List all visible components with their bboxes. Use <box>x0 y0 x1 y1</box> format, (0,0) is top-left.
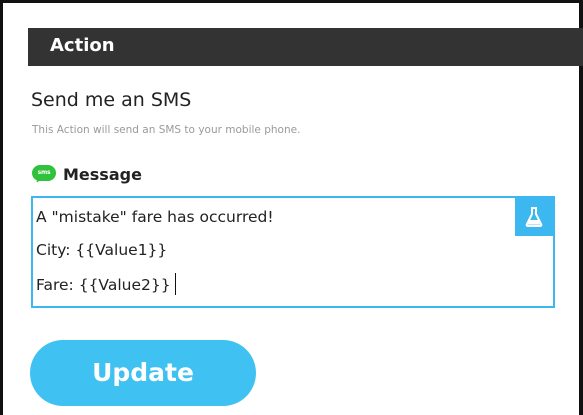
message-line: Fare: {{Value2}} <box>36 276 171 294</box>
section-header: Action <box>28 28 583 66</box>
message-textarea[interactable]: A "mistake" fare has occurred! City: {{V… <box>31 196 555 308</box>
flask-icon <box>525 207 543 227</box>
message-line: City: {{Value1}} <box>36 241 168 259</box>
message-line: A "mistake" fare has occurred! <box>36 208 274 226</box>
action-description: This Action will send an SMS to your mob… <box>32 124 301 136</box>
action-name: Send me an SMS <box>31 89 192 111</box>
section-title: Action <box>50 35 115 56</box>
sms-icon-text: sms <box>32 165 56 181</box>
message-label-row: sms Message <box>32 162 142 186</box>
message-label: Message <box>63 164 142 184</box>
update-button-label: Update <box>92 358 194 387</box>
message-line-with-caret: Fare: {{Value2}} <box>36 273 176 295</box>
update-button[interactable]: Update <box>30 340 256 406</box>
add-ingredient-button[interactable] <box>515 198 553 236</box>
text-caret <box>174 273 176 295</box>
sms-icon: sms <box>32 165 56 185</box>
